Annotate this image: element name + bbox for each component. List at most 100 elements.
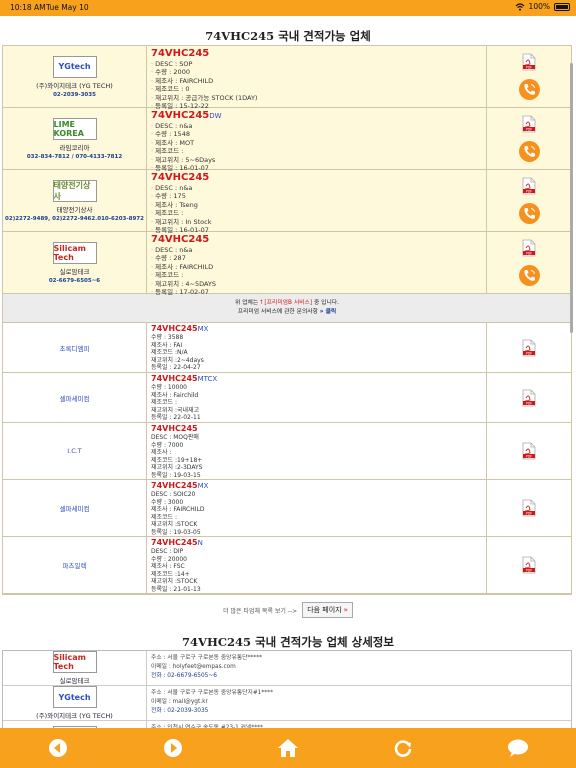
part-suffix[interactable]: N (198, 539, 203, 547)
phone-icon (523, 84, 535, 95)
chat-icon (508, 739, 529, 757)
premium-notice: 위 업체는 🠕 [프리미엄B 서비스] 중 입니다. 프리미엄 서비스에 관한 … (3, 294, 571, 323)
spec-line: DESC : SOP (151, 60, 482, 68)
pdf-button[interactable]: PDF (522, 239, 536, 257)
part-suffix[interactable]: MTCX (198, 375, 218, 383)
next-page-label[interactable]: 다음 페이지 (307, 605, 341, 615)
part-suffix[interactable]: DW (209, 112, 221, 120)
spec-line: 제조사 : FAIRCHILD (151, 77, 482, 85)
company-name[interactable]: 셀파세미컴 (3, 480, 147, 536)
pdf-icon: PDF (522, 339, 536, 356)
call-button[interactable] (518, 79, 540, 100)
next-page-button[interactable]: 다음 페이지 » (302, 602, 353, 618)
spec-line: 제조코드 : (151, 209, 482, 217)
tel-line[interactable]: 전화 : 02-2039-3035 (151, 707, 567, 716)
email-line[interactable]: 이메일 : mail@ygt.kr (151, 698, 567, 707)
regular-row[interactable]: 셀파세미컴 74VHC245MX DESC : SOIC20 수량 : 3000 제… (3, 480, 571, 537)
company-details: 주소 : 서울 구로구 구로본동 중앙유통단지#1**** 이메일 : mail… (147, 686, 571, 720)
spec-line: 재고위치 : 5~6Days (151, 156, 482, 164)
pdf-button[interactable]: PDF (522, 177, 536, 195)
row-actions: PDF (487, 323, 571, 372)
regular-row[interactable]: 초록디엠피 74VHC245MX 수량 : 3588 제조사 : FAI 제조코드 … (3, 323, 571, 373)
phone-icon (523, 208, 535, 219)
pdf-icon: PDF (522, 389, 536, 406)
pdf-button[interactable]: PDF (522, 499, 536, 517)
company-name: (주)와이지테크 (YG TECH) (36, 712, 113, 720)
refresh-button[interactable] (389, 734, 417, 762)
row-actions: PDF (487, 423, 571, 479)
spec-line: DESC : MOQ판매 (151, 434, 199, 441)
part-number[interactable]: 74VHC245 (151, 172, 482, 184)
pdf-button[interactable]: PDF (522, 339, 536, 357)
premium-row[interactable]: 태양전기상사 태양전기상사 02)2272-9489, 02)2272-9462… (3, 170, 571, 234)
spec-line: DESC : DIP (151, 548, 184, 555)
company-logo-cell[interactable]: YGtech (주)와이지테크 (YG TECH) (3, 686, 147, 720)
pdf-button[interactable]: PDF (522, 115, 536, 133)
company-logo-cell[interactable]: 태양전기상사 태양전기상사 02)2272-9489, 02)2272-9462… (3, 170, 147, 231)
forward-button[interactable] (159, 734, 187, 762)
call-button[interactable] (518, 203, 540, 224)
pdf-button[interactable]: PDF (522, 389, 536, 407)
company-logo-cell[interactable]: Silicam Tech 실로암테크 02-6679-6505~6 (3, 232, 147, 293)
company-logo-cell[interactable]: LIME KOREA 라임코리아 032-834-7812 / 070-4133… (3, 108, 147, 169)
pdf-button[interactable]: PDF (522, 556, 536, 574)
svg-text:PDF: PDF (526, 251, 532, 255)
pdf-icon: PDF (522, 442, 536, 460)
company-name[interactable]: 셀파세미컴 (3, 373, 147, 422)
company-name[interactable]: 초록디엠피 (3, 323, 147, 372)
company-name: (주)와이지테크 (YG TECH) (36, 81, 113, 90)
part-number[interactable]: 74VHC245 (151, 424, 482, 434)
company-logo: Silicam Tech (52, 241, 97, 264)
company-logo-cell[interactable]: LIME KOREA (3, 721, 147, 728)
back-button[interactable] (44, 734, 72, 762)
part-number[interactable]: 74VHC245 (151, 234, 482, 246)
company-logo-cell[interactable]: Silicam Tech 실로암테크 (3, 651, 147, 685)
regular-row[interactable]: I.C.T 74VHC245 DESC : MOQ판매 수량 : 7000 제조사 … (3, 423, 571, 480)
tel-line[interactable]: 전화 : 02-6679-6505~6 (151, 672, 567, 681)
part-number[interactable]: 74VHC245N (151, 538, 482, 548)
email-line[interactable]: 이메일 : holyfeet@empas.com (151, 663, 567, 672)
part-info: 74VHC245MTCX 수량 : 10000 제조사 : Fairchild 제조… (147, 373, 487, 422)
svg-text:PDF: PDF (526, 189, 532, 193)
spec-line: 제조코드 :14+ (151, 570, 190, 578)
back-icon (48, 739, 67, 757)
pdf-button[interactable]: PDF (522, 53, 536, 71)
row-actions: PDF (487, 480, 571, 536)
part-number[interactable]: 74VHC245MTCX (151, 374, 482, 384)
row-actions: PDF (487, 170, 571, 231)
part-number[interactable]: 74VHC245DW (151, 110, 482, 122)
home-button[interactable] (274, 734, 302, 762)
company-name[interactable]: I.C.T (3, 423, 147, 479)
company-name[interactable]: 파츠일렉 (3, 537, 147, 593)
spec-line: DESC : n&a (151, 184, 482, 192)
regular-list: 초록디엠피 74VHC245MX 수량 : 3588 제조사 : FAI 제조코드 … (3, 323, 571, 594)
company-details: 주소 : 서울 구로구 구로본동 중앙유통단***** 이메일 : holyfe… (147, 651, 571, 685)
part-suffix[interactable]: MX (198, 482, 209, 490)
detail-row: LIME KOREA 주소 : 인천시 연수구 송도동 #23-1 커넬**** (3, 721, 571, 728)
part-suffix[interactable]: MX (198, 325, 209, 333)
company-logo-cell[interactable]: YGtech (주)와이지테크 (YG TECH) 02-2039-3035 (3, 46, 147, 107)
premium-row[interactable]: Silicam Tech 실로암테크 02-6679-6505~6 74VHC2… (3, 232, 571, 296)
pdf-button[interactable]: PDF (522, 442, 536, 460)
forward-icon (163, 739, 182, 757)
page-title: 74VHC245 국내 견적가능 업체 (205, 29, 371, 43)
regular-row[interactable]: 셀파세미컴 74VHC245MTCX 수량 : 10000 제조사 : Fairc… (3, 373, 571, 423)
part-number[interactable]: 74VHC245 (151, 48, 482, 60)
notice-link[interactable]: » 클릭 (320, 309, 336, 315)
home-icon (277, 739, 298, 757)
regular-row[interactable]: 파츠일렉 74VHC245N DESC : DIP 수량 : 20000 제조사 :… (3, 537, 571, 594)
call-button[interactable] (518, 141, 540, 162)
part-number[interactable]: 74VHC245MX (151, 481, 482, 491)
scrollbar[interactable] (570, 63, 573, 333)
wifi-icon (515, 2, 524, 11)
status-bar: 10:18 AM Tue May 10 100% (0, 0, 576, 16)
spec-line: 수량 : 20000 (151, 555, 187, 563)
chat-button[interactable] (504, 734, 532, 762)
pdf-icon: PDF (522, 53, 536, 71)
pdf-icon: PDF (522, 115, 536, 133)
call-button[interactable] (518, 265, 540, 286)
part-number[interactable]: 74VHC245MX (151, 324, 482, 334)
status-right: 100% (515, 2, 570, 11)
premium-row[interactable]: LIME KOREA 라임코리아 032-834-7812 / 070-4133… (3, 108, 571, 172)
premium-row[interactable]: YGtech (주)와이지테크 (YG TECH) 02-2039-3035 7… (3, 46, 571, 110)
